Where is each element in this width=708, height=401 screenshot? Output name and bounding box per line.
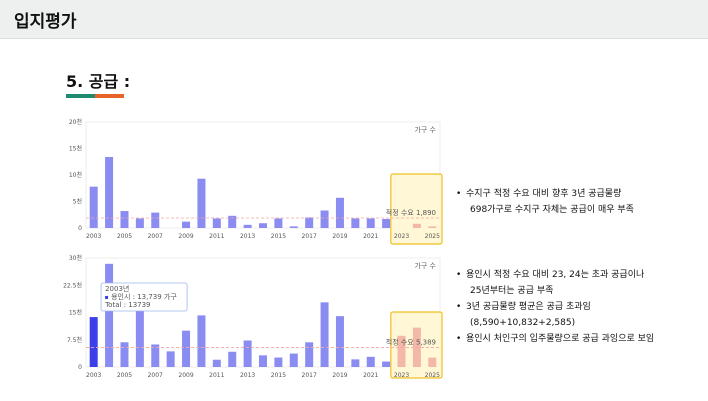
section-title: 5. 공급 : [66,72,131,91]
bar-tooltip: 2003년용인시 : 13,739 가구Total : 13739 [100,282,188,312]
y-tick-label: 22.5천 [63,281,82,289]
note-line: (8,590+10,832+2,585) [470,318,576,328]
x-tick-label: 2011 [209,233,224,240]
bar-2017[interactable] [305,342,314,367]
unit-label: 가구 수 [414,125,436,134]
bar-2025[interactable] [428,357,437,367]
bar-2005[interactable] [120,211,129,228]
bar-2018[interactable] [320,210,329,228]
demand-label: 적정 수요 5,389 [386,337,436,346]
bar-2014[interactable] [258,355,268,367]
bar-2011[interactable] [212,218,221,228]
page-header: 입지평가 [0,0,708,39]
suji-notes: 수지구 적정 수요 대비 향후 3년 공급물량 698가구로 수지구 자체는 공급… [456,186,634,218]
bar-2015[interactable] [274,357,283,367]
page-title: 입지평가 [14,12,77,32]
note-line: 용인시 처인구의 입주물량으로 공급 과잉으로 보임 [456,331,654,347]
bar-2012[interactable] [228,351,237,367]
x-tick-label: 2007 [148,233,163,240]
y-tick-label: 15천 [69,145,82,153]
yongin-notes: 용인시 적정 수요 대비 23, 24는 초과 공급이나 25년부터는 공급 부족… [456,267,654,347]
x-tick-label: 2015 [271,233,286,240]
y-tick-label: 0 [78,225,82,232]
bar-2020[interactable] [351,359,360,367]
x-tick-label: 2021 [363,233,378,240]
bar-2019[interactable] [335,316,344,367]
x-tick-label: 2017 [302,372,317,379]
bar-2016[interactable] [289,226,298,228]
yongin-supply-chart: 0 7.5천 15천 22.5천 30천가구 수적정 수요 5,389 2003 2005 2… [63,254,443,379]
bar-2009[interactable] [182,330,191,367]
unit-label: 가구 수 [414,261,436,270]
x-tick-label: 2003 [86,372,101,379]
x-tick-label: 2021 [363,372,378,379]
note-line: 수지구 적정 수요 대비 향후 3년 공급물량 [456,186,634,202]
x-tick-label: 2011 [209,372,224,379]
bar-2019[interactable] [335,197,344,228]
x-tick-label: 2009 [178,372,193,379]
note-line: 3년 공급물량 평균은 공급 초과임 [456,299,654,315]
y-tick-label: 5천 [73,198,82,206]
x-tick-label: 2025 [425,233,440,240]
bar-2003[interactable] [89,317,98,367]
bar-2013[interactable] [243,224,252,228]
bar-2014[interactable] [258,223,268,228]
demand-label: 적정 수요 1,890 [386,208,436,217]
bar-2005[interactable] [120,342,129,367]
tooltip-year: 2003년 [105,284,129,293]
y-tick-label: 20천 [69,118,82,126]
tooltip-swatch [105,296,109,299]
bar-2003[interactable] [89,186,98,228]
bar-2021[interactable] [366,356,375,367]
bar-2008[interactable] [166,351,175,367]
bar-2006[interactable] [135,308,144,367]
bar-2013[interactable] [243,340,252,367]
note-line: 25년부터는 공급 부족 [470,286,554,296]
title-underline [66,94,124,98]
suji-supply-chart: 0 5천 10천 15천 20천가구 수적정 수요 1,890 2003 2005 2007 2… [69,118,443,245]
bar-2022[interactable] [382,361,391,367]
x-tick-label: 2013 [240,233,255,240]
x-tick-label: 2015 [271,372,286,379]
x-tick-label: 2005 [117,233,132,240]
bar-2021[interactable] [366,218,375,228]
bar-2018[interactable] [320,302,329,367]
x-tick-label: 2003 [86,233,101,240]
x-tick-label: 2009 [178,233,193,240]
x-tick-label: 2019 [332,233,347,240]
y-tick-label: 7.5천 [67,336,82,344]
bar-2022[interactable] [382,218,391,228]
note-line: 용인시 적정 수요 대비 23, 24는 초과 공급이나 [456,267,654,283]
bar-2017[interactable] [305,217,314,228]
bar-2016[interactable] [289,353,298,367]
tooltip-series: 용인시 : 13,739 가구 [111,292,177,301]
y-tick-label: 30천 [69,254,82,262]
bar-2011[interactable] [212,359,221,367]
y-tick-label: 0 [78,364,82,371]
bar-2007[interactable] [151,344,160,367]
bar-2006[interactable] [135,218,144,228]
bar-2007[interactable] [151,212,160,228]
bar-2009[interactable] [182,221,191,228]
bar-2010[interactable] [197,315,206,367]
x-tick-label: 2013 [240,372,255,379]
x-tick-label: 2005 [117,372,132,379]
tooltip-total: Total : 13739 [104,301,150,309]
bar-2015[interactable] [274,218,283,228]
bar-2025[interactable] [428,226,437,228]
bar-2004[interactable] [105,156,114,228]
note-line: 698가구로 수지구 자체는 공급이 매우 부족 [470,205,634,215]
bar-2010[interactable] [197,178,206,228]
x-tick-label: 2017 [302,233,317,240]
x-tick-label: 2007 [148,372,163,379]
y-tick-label: 15천 [69,309,82,317]
bar-2020[interactable] [351,218,360,228]
x-tick-label: 2023 [394,372,409,379]
x-tick-label: 2019 [332,372,347,379]
bar-2024[interactable] [412,223,421,228]
bar-2004[interactable] [105,263,114,367]
x-tick-label: 2023 [394,233,409,240]
y-tick-label: 10천 [69,171,82,179]
x-tick-label: 2025 [425,372,440,379]
